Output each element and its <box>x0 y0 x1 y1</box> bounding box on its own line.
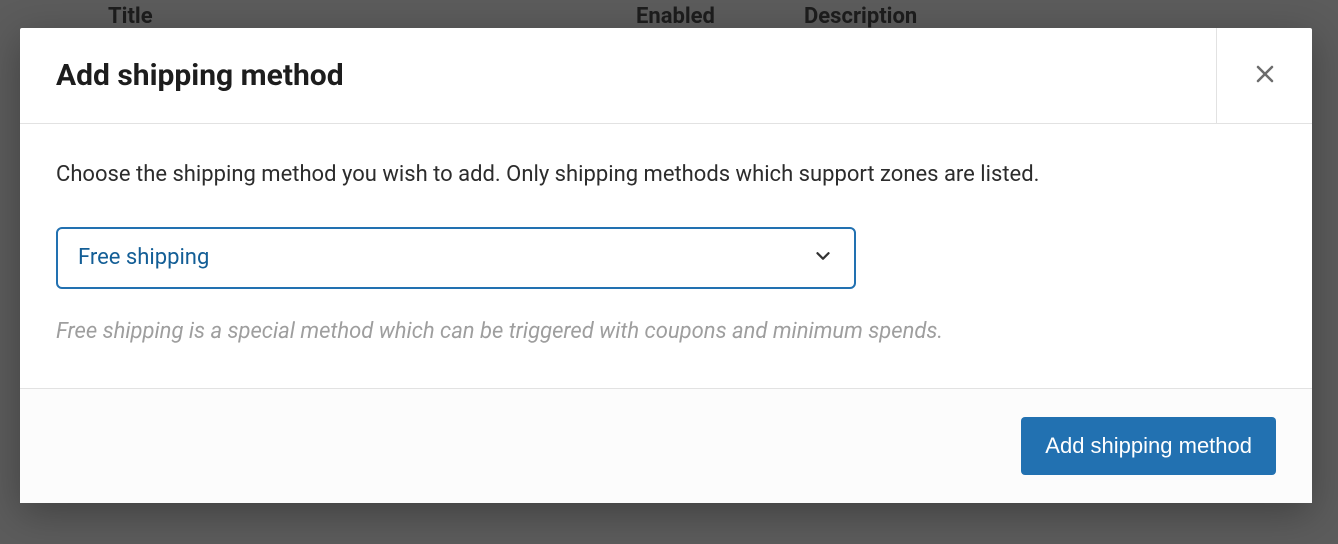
modal-instruction-text: Choose the shipping method you wish to a… <box>56 160 1276 191</box>
add-shipping-method-button[interactable]: Add shipping method <box>1021 417 1276 475</box>
shipping-method-select-wrapper: Free shipping <box>56 227 856 289</box>
chevron-down-icon <box>812 245 834 271</box>
shipping-method-select[interactable]: Free shipping <box>56 227 856 289</box>
select-value: Free shipping <box>78 245 209 270</box>
modal-body: Choose the shipping method you wish to a… <box>20 124 1312 388</box>
bg-col-description: Description <box>804 4 917 29</box>
bg-col-title: Title <box>108 4 153 29</box>
helper-text: Free shipping is a special method which … <box>56 317 1276 348</box>
close-icon <box>1253 62 1277 90</box>
add-shipping-method-modal: Add shipping method Choose the shipping … <box>20 28 1312 503</box>
modal-footer: Add shipping method <box>20 388 1312 503</box>
bg-col-enabled: Enabled <box>636 4 715 29</box>
modal-title: Add shipping method <box>20 58 344 93</box>
background-table-header: Title Enabled Description <box>0 0 1338 30</box>
close-button[interactable] <box>1216 28 1312 124</box>
modal-header: Add shipping method <box>20 28 1312 124</box>
